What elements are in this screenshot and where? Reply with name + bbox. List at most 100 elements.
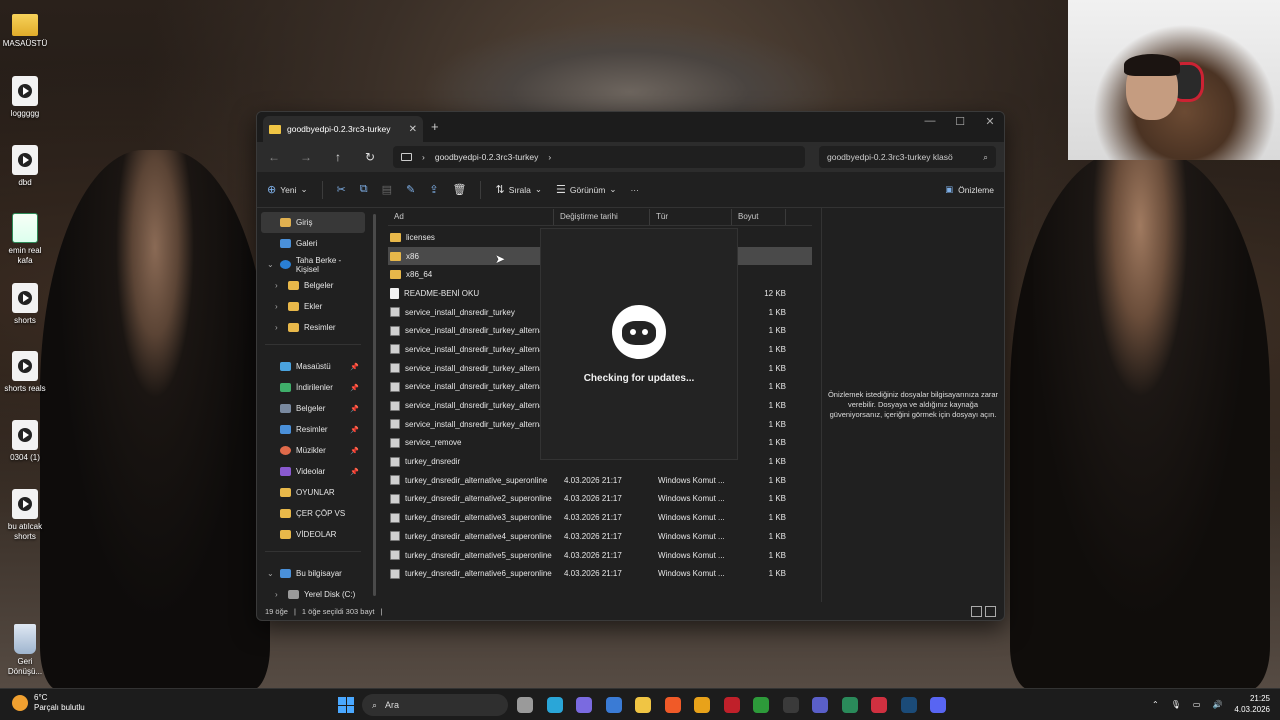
copy-icon[interactable]: ⧉	[360, 183, 368, 196]
file-row[interactable]: turkey_dnsredir_alternative3_superonline…	[388, 508, 812, 527]
battery-app-icon[interactable]	[841, 697, 858, 713]
cut-icon[interactable]: ✂	[337, 183, 346, 196]
edge-icon[interactable]	[546, 697, 563, 713]
file-name: service_install_dnsredir_turkey_alternat…	[405, 344, 552, 354]
chevron-right-icon[interactable]: ›	[275, 590, 283, 599]
file-explorer-icon[interactable]	[635, 697, 651, 713]
file-row[interactable]: turkey_dnsredir_alternative2_superonline…	[388, 490, 812, 509]
column-size[interactable]: Boyut	[732, 208, 786, 225]
nav-item-cer-cop-vs[interactable]: ÇER ÇÖP VS	[261, 503, 365, 524]
nav-item-belgeler[interactable]: › Belgeler	[261, 275, 365, 296]
nav-item-videolar-folder[interactable]: VİDEOLAR	[261, 524, 365, 545]
more-options-button[interactable]: ···	[630, 185, 639, 195]
desktop-icon-dbd[interactable]: dbd	[0, 145, 50, 188]
maximize-button[interactable]: ☐	[945, 115, 975, 128]
desktop-icon-recycle-bin[interactable]: Geri Dönüşü...	[0, 624, 50, 677]
back-arrow-icon[interactable]: ←	[265, 150, 283, 164]
close-window-button[interactable]: ✕	[975, 115, 1004, 128]
network-icon[interactable]: ▭	[1193, 700, 1201, 709]
taskbar-search[interactable]: ⌕ Ara	[362, 694, 508, 716]
new-tab-button[interactable]: +	[431, 119, 439, 134]
column-type[interactable]: Tür	[650, 208, 732, 225]
store-icon[interactable]	[605, 697, 622, 713]
nav-item-gallery[interactable]: Galeri	[261, 233, 365, 254]
desktop-icon-0304[interactable]: 0304 (1)	[0, 420, 50, 463]
chevron-right-icon[interactable]: ›	[275, 323, 283, 332]
nav-item-ekler[interactable]: › Ekler	[261, 296, 365, 317]
search-input[interactable]: goodbyedpi-0.2.3rc3-turkey klasö ⌕	[819, 146, 996, 168]
share-icon[interactable]: ⇪	[429, 183, 438, 196]
app-red-2-icon[interactable]	[871, 697, 887, 713]
nav-item-oyunlar[interactable]: OYUNLAR	[261, 482, 365, 503]
discord-icon[interactable]	[930, 697, 946, 713]
chevron-down-icon[interactable]: ⌄	[267, 569, 275, 578]
file-size: 1 KB	[768, 438, 786, 448]
nav-item-indirilenler[interactable]: İndirilenler 📌	[261, 377, 365, 398]
desktop-icon-emin-real-kafa[interactable]: emin real kafa	[0, 213, 50, 266]
breadcrumb[interactable]: › goodbyedpi-0.2.3rc3-turkey ›	[393, 146, 805, 168]
details-view-icon[interactable]	[971, 605, 982, 617]
file-row[interactable]: turkey_dnsredir_alternative6_superonline…	[388, 564, 812, 583]
chevron-down-icon[interactable]: ⌄	[267, 260, 275, 269]
rename-icon[interactable]: ✎	[406, 183, 415, 196]
start-button[interactable]	[338, 697, 354, 713]
file-row[interactable]: turkey_dnsredir_alternative4_superonline…	[388, 527, 812, 546]
chevron-right-icon[interactable]: ›	[275, 302, 283, 311]
streamer-hair	[1124, 54, 1180, 76]
column-date[interactable]: Değiştirme tarihi	[554, 208, 650, 225]
nav-item-belgeler-pinned[interactable]: Belgeler 📌	[261, 398, 365, 419]
desktop-icon-masaustu[interactable]: MASAÜSTÜ	[0, 10, 50, 49]
microphone-icon[interactable]: 🎙	[1171, 700, 1181, 709]
view-button[interactable]: ☰ Görünüm ⌄	[556, 183, 616, 196]
nav-item-onedrive[interactable]: ⌄ Taha Berke - Kişisel	[261, 254, 365, 275]
desktop-icon-bu-atilcak-shorts[interactable]: bu atılcak shorts	[0, 489, 50, 542]
tiles-view-icon[interactable]	[985, 605, 996, 617]
task-view-icon[interactable]	[517, 697, 533, 713]
nav-item-resimler[interactable]: › Resimler	[261, 317, 365, 338]
nav-item-muzikler[interactable]: Müzikler 📌	[261, 440, 365, 461]
delete-icon[interactable]: 🗑	[453, 183, 467, 196]
volume-icon[interactable]: 🔊	[1212, 700, 1222, 709]
up-arrow-icon[interactable]: ↑	[329, 150, 347, 164]
steam-icon[interactable]	[900, 697, 917, 713]
refresh-icon[interactable]: ↻	[361, 150, 379, 164]
paste-icon[interactable]: ▤	[382, 183, 392, 196]
xbox-icon[interactable]	[753, 697, 769, 713]
file-row[interactable]: turkey_dnsredir_alternative_superonline 4…	[388, 471, 812, 490]
file-row[interactable]: turkey_dnsredir_alternative5_superonline…	[388, 546, 812, 565]
file-name: x86	[406, 251, 419, 261]
file-name: x86_64	[406, 270, 433, 280]
close-tab-icon[interactable]: ✕	[409, 124, 417, 135]
clock[interactable]: 21:25 4.03.2026	[1234, 693, 1270, 715]
new-button[interactable]: ⊕ Yeni ⌄	[267, 183, 308, 196]
chrome-icon[interactable]	[694, 697, 710, 713]
weather-widget[interactable]: 6°C Parçalı bulutlu	[12, 693, 85, 713]
column-name[interactable]: Ad	[388, 208, 554, 225]
desktop-icon-shorts-reals[interactable]: shorts reals	[0, 351, 50, 394]
epic-icon[interactable]	[782, 697, 799, 713]
forward-arrow-icon[interactable]: →	[297, 150, 315, 164]
sort-button[interactable]: ⇅ Sırala ⌄	[495, 183, 542, 196]
breadcrumb-folder[interactable]: goodbyedpi-0.2.3rc3-turkey	[435, 152, 538, 162]
brave-icon[interactable]	[664, 697, 681, 713]
nav-item-masaustu[interactable]: Masaüstü 📌	[261, 356, 365, 377]
nav-item-videolar[interactable]: Videolar 📌	[261, 461, 365, 482]
copilot-icon[interactable]	[576, 697, 592, 713]
taskbar: 6°C Parçalı bulutlu ⌕ Ara ⌃ 🎙 ▭ 🔊 21:25 …	[0, 688, 1280, 720]
nav-item-resimler-pinned[interactable]: Resimler 📌	[261, 419, 365, 440]
desktop-icon-loggggg[interactable]: loggggg	[0, 76, 50, 119]
nav-item-local-disk[interactable]: › Yerel Disk (C:)	[261, 584, 365, 602]
preview-button[interactable]: ▣ Önizleme	[945, 184, 994, 195]
teams-icon[interactable]	[812, 697, 828, 713]
app-red-icon[interactable]	[723, 697, 740, 713]
nav-item-this-pc[interactable]: ⌄ Bu bilgisayar	[261, 563, 365, 584]
nav-scrollbar[interactable]	[373, 214, 376, 596]
desktop-icon-shorts[interactable]: shorts	[0, 283, 50, 326]
file-size: 1 KB	[768, 550, 786, 560]
explorer-tab[interactable]: goodbyedpi-0.2.3rc3-turkey ✕	[263, 116, 423, 142]
nav-item-home[interactable]: Giriş	[261, 212, 365, 233]
update-message: Checking for updates...	[583, 372, 695, 384]
chevron-up-icon[interactable]: ⌃	[1152, 700, 1159, 709]
minimize-button[interactable]: —	[915, 115, 945, 127]
chevron-right-icon[interactable]: ›	[275, 281, 283, 290]
